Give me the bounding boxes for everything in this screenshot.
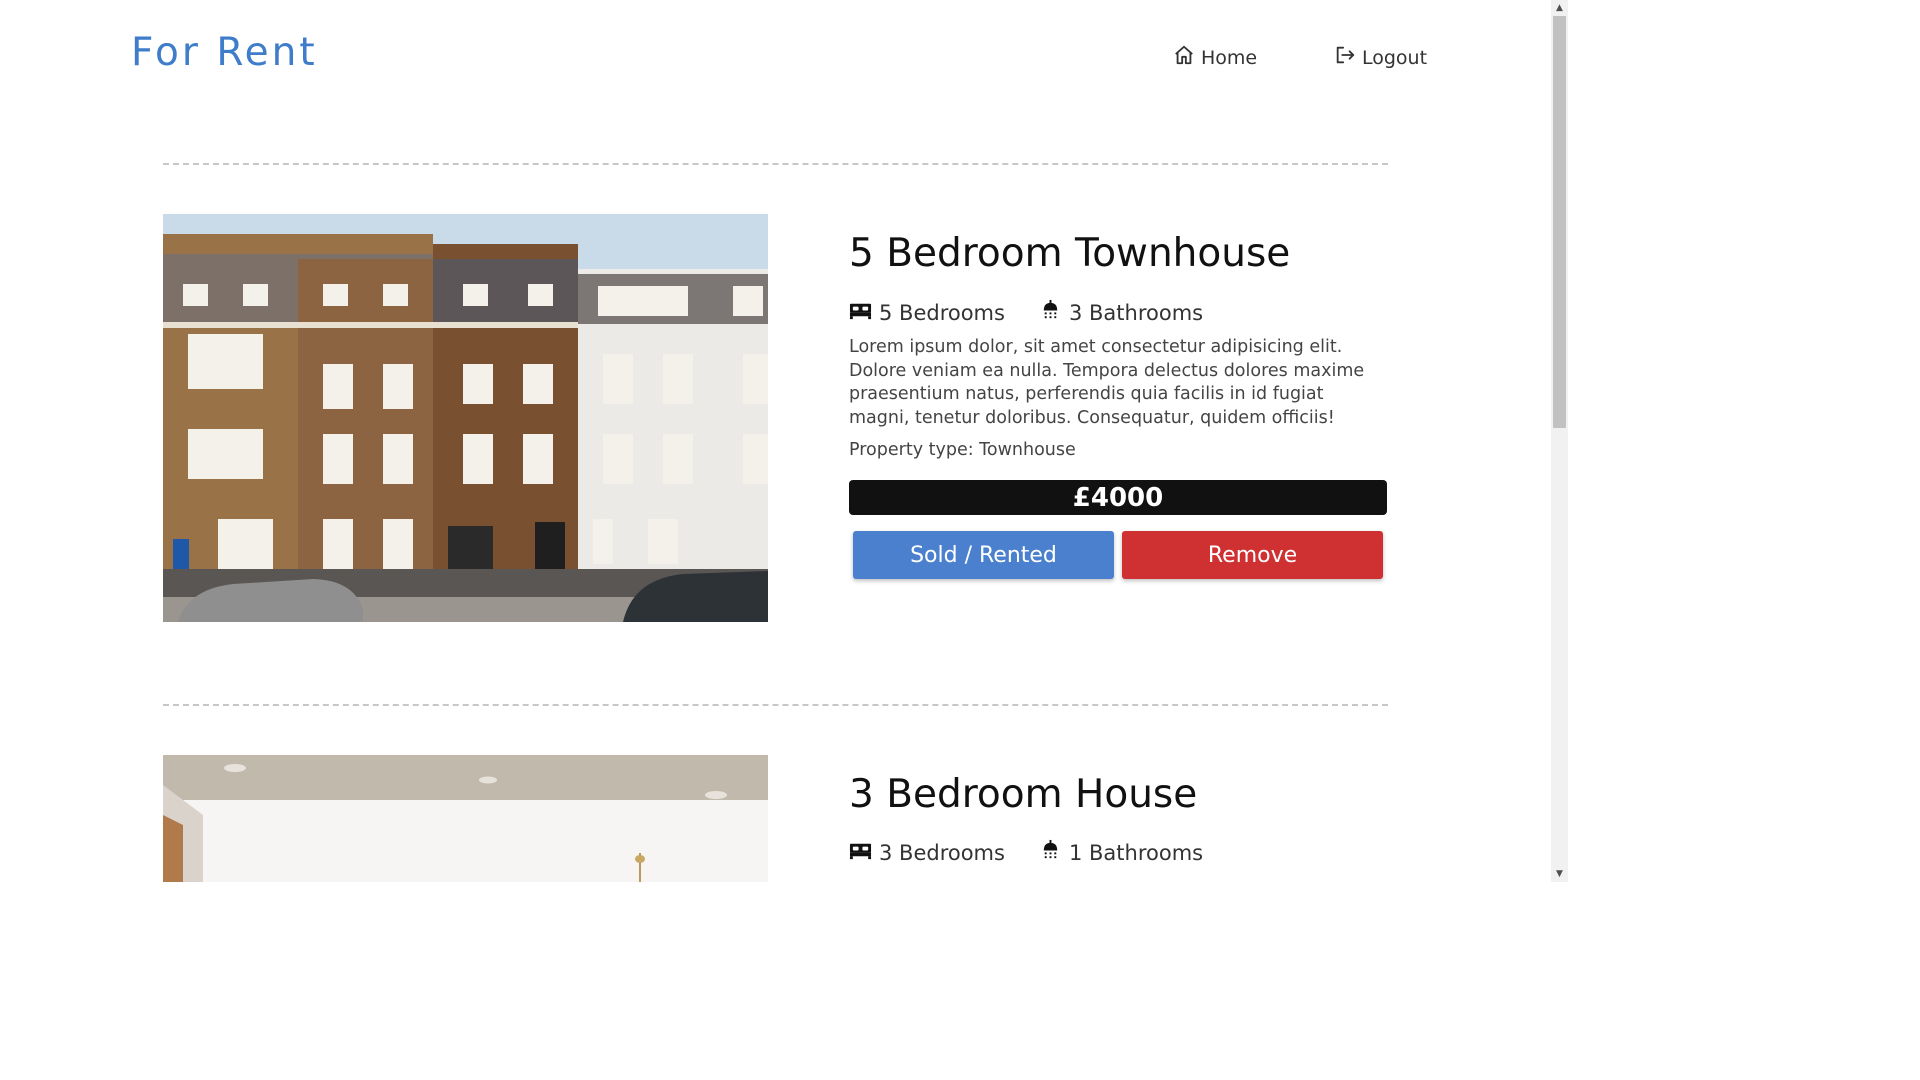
shower-icon — [1039, 839, 1062, 867]
bathrooms-info: 3 Bathrooms — [1039, 299, 1203, 327]
listing-meta: 3 Bedrooms 1 Bathrooms — [849, 839, 1203, 867]
bedrooms-info: 3 Bedrooms — [849, 839, 1005, 867]
bathrooms-label: 1 Bathrooms — [1068, 841, 1204, 865]
home-icon — [1173, 44, 1195, 71]
listing-photo-house — [163, 755, 768, 882]
scroll-up-icon[interactable]: ▲ — [1551, 0, 1568, 16]
site-logo[interactable]: For Rent — [131, 30, 318, 75]
listing-meta: 5 Bedrooms 3 Bathrooms — [849, 299, 1203, 327]
price-tag: £4000 — [849, 480, 1387, 515]
bedrooms-label: 5 Bedrooms — [879, 301, 1005, 325]
logout-icon — [1334, 44, 1356, 71]
nav-home-link[interactable]: Home — [1173, 44, 1257, 71]
listing-description: Lorem ipsum dolor, sit amet consectetur … — [849, 337, 1365, 428]
listing-divider — [163, 704, 1388, 706]
bedrooms-label: 3 Bedrooms — [879, 841, 1005, 865]
nav-home-label: Home — [1201, 46, 1258, 69]
listing-divider — [163, 163, 1388, 165]
nav-logout-label: Logout — [1362, 46, 1428, 69]
listing-title: 3 Bedroom House — [849, 772, 1198, 817]
nav-logout-link[interactable]: Logout — [1334, 44, 1427, 71]
bathrooms-label: 3 Bathrooms — [1068, 301, 1204, 325]
remove-button[interactable]: Remove — [1122, 531, 1383, 579]
bed-icon — [849, 299, 872, 327]
shower-icon — [1039, 299, 1062, 327]
bedrooms-info: 5 Bedrooms — [849, 299, 1005, 327]
bed-icon — [849, 839, 872, 867]
listing-photo-townhouse — [163, 214, 768, 622]
listing-title: 5 Bedroom Townhouse — [849, 231, 1291, 276]
scroll-down-icon[interactable]: ▼ — [1551, 866, 1568, 882]
sold-rented-button[interactable]: Sold / Rented — [853, 531, 1114, 579]
scrollbar-thumb[interactable] — [1553, 16, 1566, 428]
bathrooms-info: 1 Bathrooms — [1039, 839, 1203, 867]
page-scrollbar[interactable]: ▲ ▼ — [1551, 0, 1568, 882]
property-type: Property type: Townhouse — [849, 440, 1076, 460]
